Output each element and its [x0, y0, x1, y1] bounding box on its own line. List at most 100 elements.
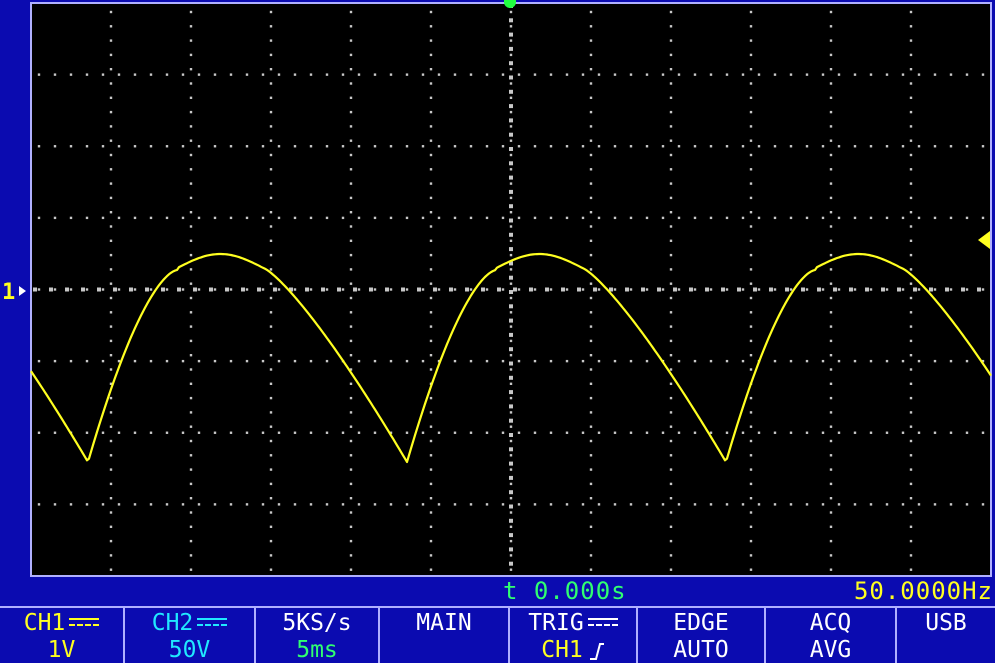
grid-dot: [789, 359, 793, 363]
grid-dot: [909, 511, 913, 514]
grid-dot: [189, 339, 193, 343]
grid-dot: [189, 382, 193, 385]
grid-dot: [749, 125, 753, 128]
grid-dot: [349, 296, 353, 300]
grid-dot: [349, 354, 353, 357]
grid-dot: [749, 153, 753, 157]
grid-dot: [789, 431, 793, 434]
center-axis-tick: [753, 287, 757, 292]
grid-dot: [349, 511, 353, 514]
center-axis-tick: [509, 461, 513, 466]
grid-dot: [429, 568, 433, 571]
grid-dot: [909, 454, 913, 457]
grid-dot: [901, 145, 905, 148]
grid-dot: [693, 288, 697, 291]
grid-dot: [669, 468, 673, 471]
grid-dot: [829, 454, 833, 457]
grid-dot: [909, 425, 913, 428]
dc-coupling-icon: [587, 617, 618, 630]
grid-dot: [269, 539, 273, 543]
grid-dot: [749, 82, 753, 85]
grid-dot: [117, 145, 121, 148]
grid-dot: [269, 497, 273, 500]
grid-dot: [517, 503, 521, 506]
grid-dot: [213, 216, 217, 220]
grid-dot: [565, 503, 569, 506]
center-axis-tick: [817, 287, 821, 292]
timebase-status[interactable]: 5KS/s 5ms: [256, 608, 380, 663]
grid-dot: [309, 145, 313, 148]
grid-dot: [325, 503, 329, 506]
center-axis-tick: [81, 287, 85, 292]
grid-dot: [109, 411, 113, 414]
grid-dot: [829, 339, 833, 343]
grid-dot: [277, 503, 281, 506]
grid-dot: [509, 139, 513, 142]
grid-dot: [597, 503, 601, 506]
center-axis-tick: [509, 304, 513, 309]
grid-dot: [725, 288, 729, 291]
grid-dot: [37, 359, 41, 363]
grid-dot: [829, 325, 833, 328]
grid-dot: [509, 425, 513, 428]
ch1-ground-marker[interactable]: 1: [2, 280, 15, 305]
grid-dot: [509, 368, 513, 371]
center-axis-tick: [929, 287, 933, 292]
grid-dot: [429, 211, 433, 214]
grid-dot: [901, 73, 905, 76]
grid-dot: [69, 216, 73, 220]
grid-dot: [165, 503, 169, 506]
grid-dot: [109, 153, 113, 157]
grid-dot: [709, 145, 713, 148]
grid-dot: [909, 225, 913, 228]
grid-dot: [349, 282, 353, 285]
grid-dot: [349, 439, 353, 443]
grid-dot: [469, 359, 473, 363]
grid-dot: [773, 145, 777, 148]
trigger-status[interactable]: TRIG CH1: [510, 608, 638, 663]
grid-dot: [357, 359, 361, 363]
grid-dot: [269, 439, 273, 443]
grid-dot: [109, 168, 113, 171]
grid-dot: [909, 268, 913, 271]
grid-dot: [189, 68, 193, 71]
grid-dot: [269, 354, 273, 357]
grid-dot: [181, 73, 185, 76]
grid-dot: [165, 431, 169, 434]
usb-status[interactable]: USB: [897, 608, 995, 663]
grid-dot: [405, 288, 409, 291]
center-axis-tick: [513, 287, 517, 292]
grid-dot: [749, 211, 753, 214]
grid-dot: [581, 503, 585, 506]
trigger-level-arrow-icon[interactable]: [978, 231, 990, 249]
grid-dot: [909, 168, 913, 171]
grid-dot: [109, 211, 113, 214]
grid-dot: [429, 396, 433, 400]
grid-dot: [229, 431, 233, 434]
grid-dot: [269, 125, 273, 128]
grid-dot: [669, 82, 673, 85]
center-axis-tick: [509, 18, 513, 23]
center-axis-tick: [641, 287, 645, 292]
grid-dot: [109, 354, 113, 357]
grid-dot: [805, 359, 809, 363]
ch2-status[interactable]: CH2 50V: [125, 608, 256, 663]
grid-dot: [789, 73, 793, 76]
center-axis-tick: [177, 287, 181, 292]
grid-dot: [53, 503, 57, 506]
mode-status[interactable]: MAIN: [380, 608, 510, 663]
grid-dot: [909, 311, 913, 314]
grid-dot: [509, 339, 513, 343]
grid-dot: [829, 539, 833, 543]
edge-status[interactable]: EDGE AUTO: [638, 608, 766, 663]
acquisition-status[interactable]: ACQ AVG: [766, 608, 897, 663]
grid-dot: [693, 216, 697, 220]
grid-dot: [269, 554, 273, 557]
grid-dot: [829, 525, 833, 528]
center-axis-tick: [509, 118, 513, 123]
grid-dot: [749, 39, 753, 42]
grid-dot: [349, 268, 353, 271]
ch1-status[interactable]: CH1 1V: [0, 608, 125, 663]
grid-dot: [245, 431, 249, 434]
grid-dot: [133, 359, 137, 363]
